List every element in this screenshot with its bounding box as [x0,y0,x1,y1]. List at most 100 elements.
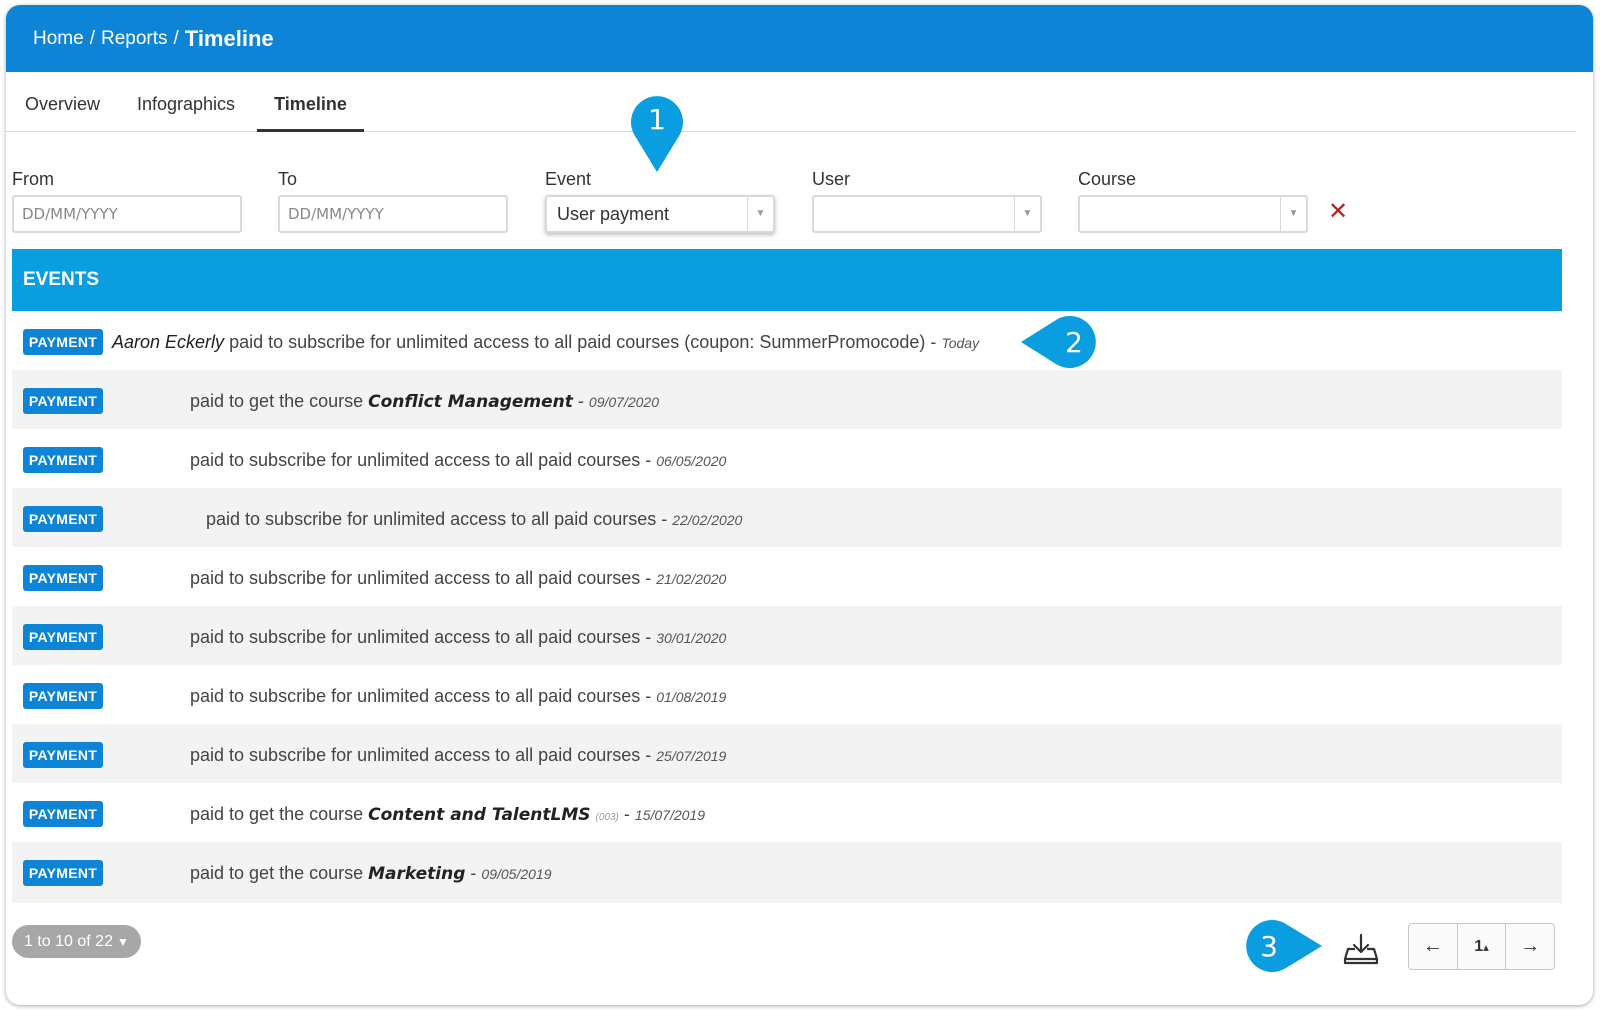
event-dash: - [930,332,937,352]
tab-infographics[interactable]: Infographics [137,72,235,132]
event-dash: - [661,509,668,529]
payment-badge: PAYMENT [23,801,103,827]
callout-marker-3: 3 [1246,920,1322,972]
tab-timeline[interactable]: Timeline [257,72,364,132]
event-action: paid to get the course [190,863,364,883]
events-header: EVENTS [12,249,1562,311]
callout-number: 1 [648,103,666,136]
breadcrumb-separator: / [89,27,95,49]
breadcrumb-separator: / [173,27,179,49]
payment-badge: PAYMENT [23,565,103,591]
event-date: 22/02/2020 [672,512,743,528]
from-date-placeholder: DD/MM/YYYY [22,205,118,223]
previous-page-button[interactable]: ← [1409,924,1458,969]
event-action: paid to get the course [190,804,364,824]
list-item: PAYMENT paid to subscribe for unlimited … [12,724,1562,783]
event-date: 06/05/2020 [656,453,727,469]
event-date: 09/07/2020 [588,394,659,410]
event-action: paid to subscribe for unlimited access t… [190,568,641,588]
list-item: PAYMENT paid to subscribe for unlimited … [12,429,1562,488]
pagination: ← 1▴ → [1408,923,1555,970]
event-action: paid to subscribe for unlimited access t… [190,450,641,470]
course-link[interactable]: Marketing [368,864,465,884]
event-action: paid to subscribe for unlimited access t… [206,509,657,529]
list-item: PAYMENT paid to subscribe for unlimited … [12,606,1562,665]
user-select[interactable]: ▼ [812,195,1042,233]
list-item: PAYMENT paid to subscribe for unlimited … [12,488,1562,547]
event-date: 25/07/2019 [656,748,727,764]
event-text: paid to subscribe for unlimited access t… [206,506,742,533]
list-item: PAYMENT paid to get the course Marketing… [12,842,1562,903]
event-date: 09/05/2019 [481,866,552,882]
caret-down-icon[interactable]: ▼ [1280,197,1306,231]
caret-down-icon[interactable]: ▼ [747,197,773,231]
events-list: PAYMENT Aaron Eckerly paid to subscribe … [12,311,1562,903]
filter-bar: From DD/MM/YYYY To DD/MM/YYYY Event User… [6,155,1593,245]
report-tabs: Overview Infographics Timeline [6,72,1576,132]
event-dash: - [577,391,584,411]
event-dash: - [645,686,652,706]
event-dash: - [645,627,652,647]
results-summary: 1 to 10 of 22 [24,933,113,950]
event-text: Aaron Eckerly paid to subscribe for unli… [112,329,979,356]
list-item: PAYMENT paid to subscribe for unlimited … [12,665,1562,724]
event-date: 30/01/2020 [656,630,727,646]
payment-badge: PAYMENT [23,329,103,355]
event-text: paid to get the course Conflict Manageme… [190,388,659,415]
breadcrumb-home[interactable]: Home [33,28,84,50]
breadcrumb-reports[interactable]: Reports [101,28,168,50]
event-text: paid to subscribe for unlimited access t… [190,742,726,769]
caret-down-icon: ▼ [116,935,129,949]
event-text: paid to get the course Marketing - 09/05… [190,860,551,887]
event-select-value: User payment [557,204,670,224]
download-icon[interactable] [1343,932,1379,966]
event-select[interactable]: User payment ▼ [545,195,775,233]
to-date-placeholder: DD/MM/YYYY [288,205,384,223]
user-label: User [812,169,851,189]
event-dash: - [645,568,652,588]
event-text: paid to subscribe for unlimited access t… [190,624,726,651]
event-text: paid to subscribe for unlimited access t… [190,447,726,474]
to-label: To [278,169,298,189]
event-label: Event [545,169,592,189]
callout-marker-2: 2 [1021,316,1096,368]
payment-badge: PAYMENT [23,624,103,650]
from-date-field[interactable]: DD/MM/YYYY [12,195,242,233]
user-name-link[interactable]: Aaron Eckerly [112,332,224,352]
to-date-field[interactable]: DD/MM/YYYY [278,195,508,233]
event-action: paid to subscribe for unlimited access t… [190,686,641,706]
caret-down-icon[interactable]: ▼ [1014,197,1040,231]
app-window: Home / Reports / Timeline Overview Infog… [6,5,1593,1005]
tab-overview[interactable]: Overview [25,72,100,132]
course-select[interactable]: ▼ [1078,195,1308,233]
page-title: Timeline [184,25,274,51]
event-action: paid to get the course [190,391,364,411]
course-code: (003) [595,812,619,823]
event-date: 15/07/2019 [634,807,705,823]
event-action: paid to subscribe for unlimited access t… [190,627,641,647]
close-icon[interactable]: ✕ [1328,197,1348,226]
caret-up-icon: ▴ [1483,942,1489,954]
current-page: 1 [1474,938,1484,955]
page-number-dropdown[interactable]: 1▴ [1458,924,1507,969]
payment-badge: PAYMENT [23,860,103,886]
event-dash: - [623,804,630,824]
event-date: Today [941,335,980,351]
results-per-page-dropdown[interactable]: 1 to 10 of 22 ▼ [12,925,141,958]
list-item: PAYMENT paid to subscribe for unlimited … [12,547,1562,606]
payment-badge: PAYMENT [23,506,103,532]
event-text: paid to subscribe for unlimited access t… [190,565,726,592]
event-text: paid to subscribe for unlimited access t… [190,683,726,710]
list-item: PAYMENT paid to get the course Conflict … [12,370,1562,429]
course-link[interactable]: Content and TalentLMS [368,805,590,825]
next-page-button[interactable]: → [1506,924,1554,969]
event-dash: - [645,450,652,470]
callout-marker-1: 1 [631,96,683,172]
course-link[interactable]: Conflict Management [368,392,573,412]
payment-badge: PAYMENT [23,683,103,709]
callout-number: 3 [1260,930,1278,963]
event-date: 01/08/2019 [656,689,727,705]
list-item: PAYMENT paid to get the course Content a… [12,783,1562,842]
event-action: paid to subscribe for unlimited access t… [190,745,641,765]
from-label: From [12,169,54,189]
